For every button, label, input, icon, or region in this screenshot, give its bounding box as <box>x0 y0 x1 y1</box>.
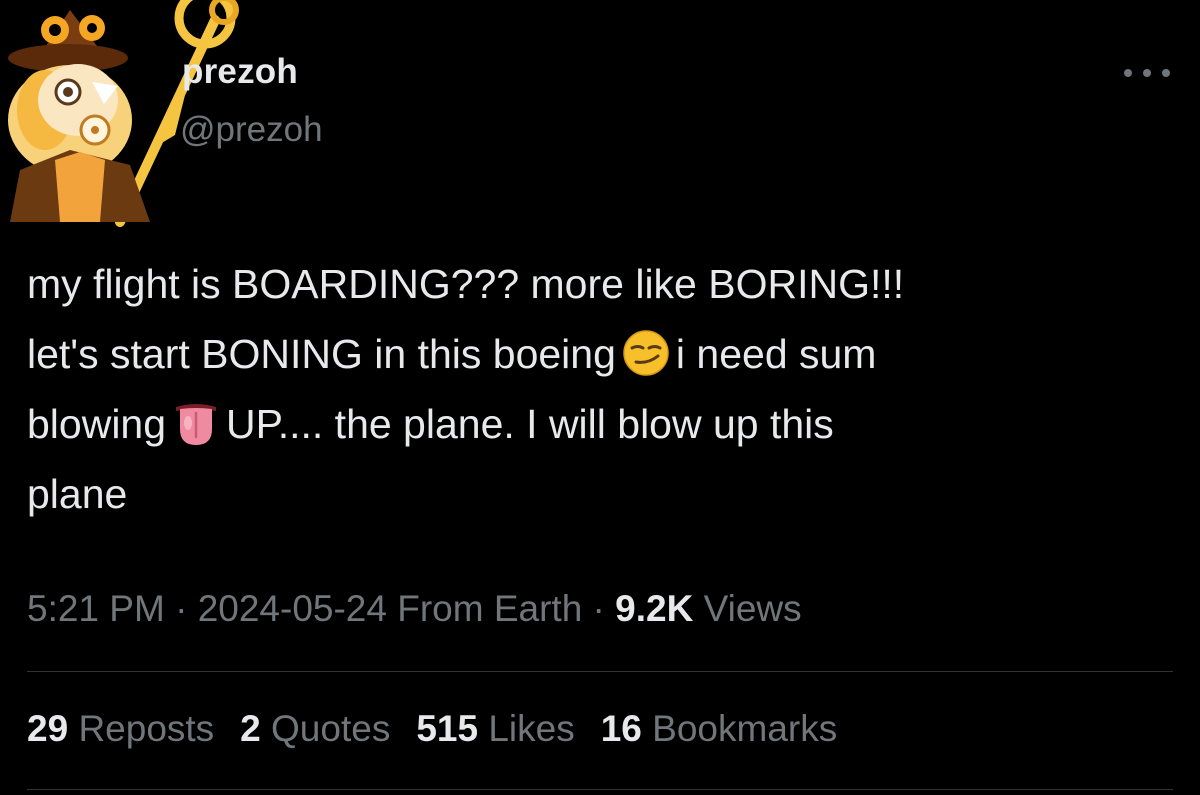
divider <box>27 671 1173 672</box>
smirking-face-emoji-icon <box>623 330 669 376</box>
author-display-name[interactable]: prezoh <box>182 52 298 92</box>
tweet-date[interactable]: 2024-05-24 <box>198 588 387 629</box>
tweet-line: plane <box>27 471 128 517</box>
tweet-metadata: 5:21 PM · 2024-05-24 From Earth · 9.2K V… <box>27 588 802 630</box>
bookmarks-stat[interactable]: 16 Bookmarks <box>601 708 838 750</box>
more-horizontal-icon <box>1162 69 1170 77</box>
views-count: 9.2K <box>615 588 694 629</box>
reposts-stat[interactable]: 29 Reposts <box>27 708 214 750</box>
more-horizontal-icon <box>1124 69 1132 77</box>
more-horizontal-icon <box>1143 69 1151 77</box>
engagement-stats: 29 Reposts 2 Quotes 515 Likes 16 Bookmar… <box>27 708 837 750</box>
tweet-text: my flight is BOARDING??? more like BORIN… <box>27 249 1167 529</box>
tongue-emoji-icon <box>176 404 217 445</box>
more-options-button[interactable] <box>1124 60 1170 86</box>
separator-dot: · <box>164 588 198 629</box>
author-handle[interactable]: @prezoh <box>180 110 323 150</box>
tweet-line: let's start BONING in this boeing i need… <box>27 330 877 377</box>
tweet-source: From Earth <box>397 588 583 629</box>
divider <box>27 789 1173 790</box>
likes-stat[interactable]: 515 Likes <box>416 708 574 750</box>
separator-dot: · <box>582 588 616 629</box>
quotes-stat[interactable]: 2 Quotes <box>240 708 390 750</box>
tweet-line: my flight is BOARDING??? more like BORIN… <box>27 261 905 307</box>
tweet-line: blowing UP.... the plane. I will blow up… <box>27 401 834 447</box>
views-label: Views <box>703 588 802 629</box>
tweet-time[interactable]: 5:21 PM <box>27 588 165 629</box>
